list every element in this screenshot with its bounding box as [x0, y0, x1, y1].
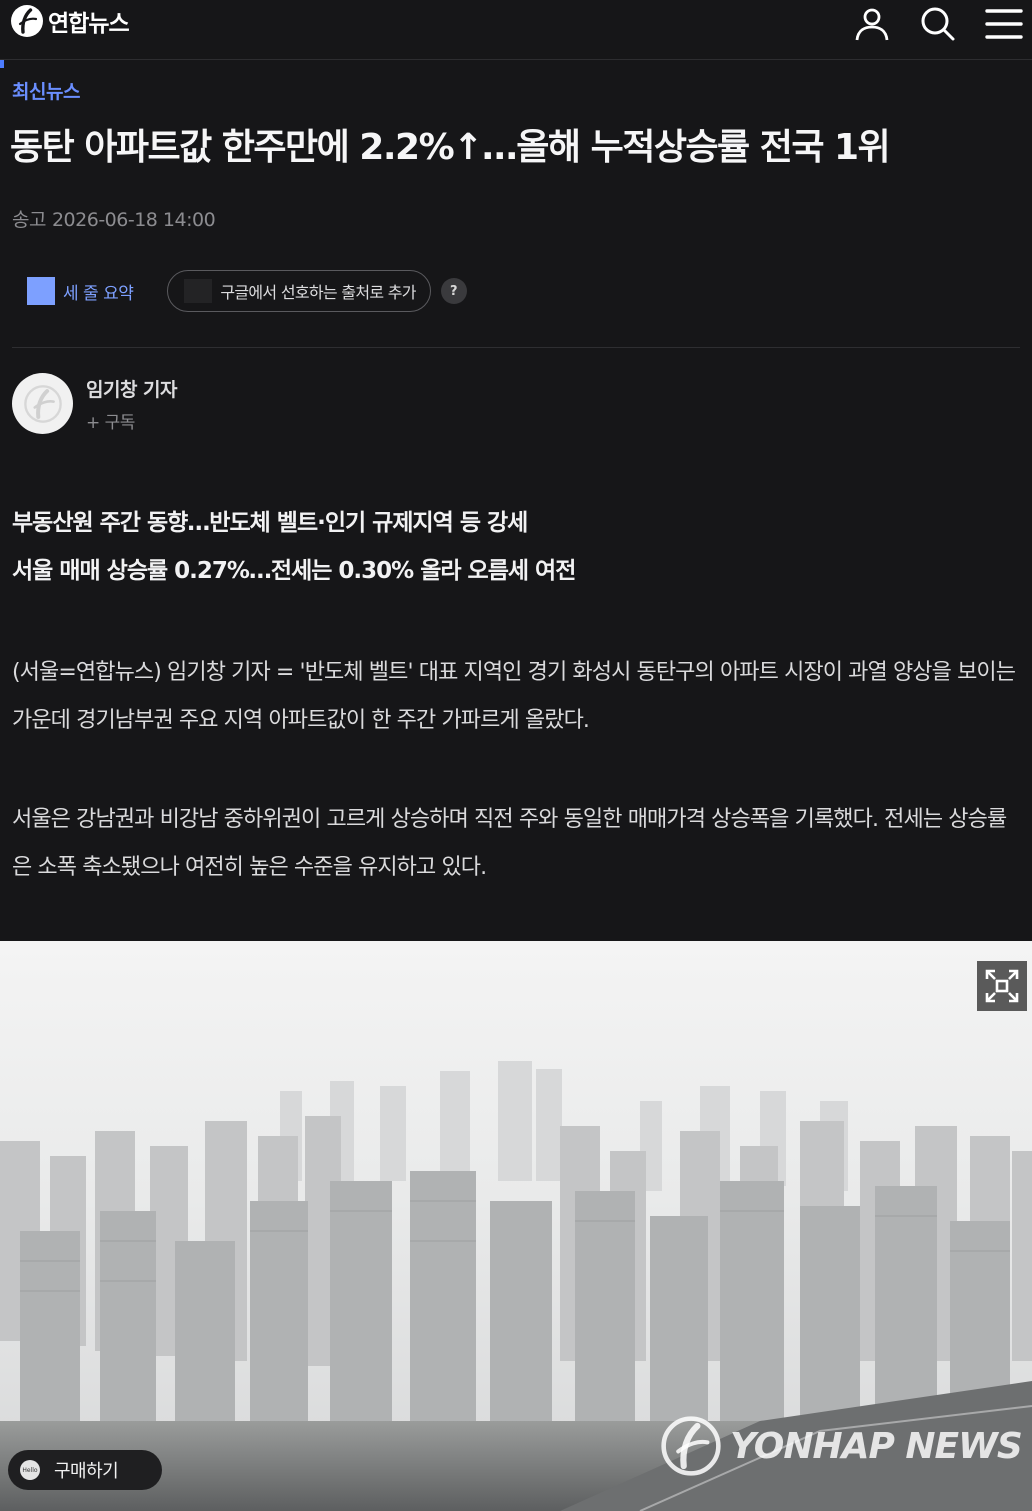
article-paragraph: (서울=연합뉴스) 임기창 기자 = '반도체 벨트' 대표 지역인 경기 화성…: [12, 660, 1016, 733]
help-icon[interactable]: ?: [440, 278, 467, 304]
menu-icon[interactable]: [984, 4, 1024, 44]
hello-icon: Hello: [20, 1460, 40, 1480]
yonhap-watermark: YONHAP NEWS: [660, 1415, 1023, 1477]
logo-text: 연합뉴스: [48, 11, 130, 37]
search-icon[interactable]: [918, 4, 958, 44]
article-paragraph: 서울은 강남권과 비강남 중하위권이 고르게 상승하며 직전 주와 동일한 매매…: [12, 807, 1007, 880]
publish-date: 2026-06-18 14:00: [51, 209, 216, 231]
summary-icon: [27, 277, 55, 305]
article-headline: 동탄 아파트값 한주만에 2.2%↑…올해 누적상승률 전국 1위: [10, 127, 891, 168]
google-preferred-source-button[interactable]: 구글에서 선호하는 출처로 추가: [167, 270, 431, 312]
progress-accent: [0, 60, 4, 68]
google-button-label: 구글에서 선호하는 출처로 추가: [220, 283, 416, 302]
publish-dateline: 송고 2026-06-18 14:00: [12, 205, 216, 232]
date-prefix: 송고: [12, 209, 46, 231]
yonhap-avatar-icon: [23, 384, 62, 423]
watermark-text: YONHAP NEWS: [730, 1425, 1023, 1467]
google-icon: [184, 279, 213, 303]
author-name[interactable]: 임기창 기자: [86, 375, 178, 402]
subhead-line: 서울 매매 상승률 0.27%…전세는 0.30% 올라 오름세 여전: [12, 558, 576, 584]
subscribe-button[interactable]: + 구독: [86, 408, 135, 433]
category-label[interactable]: 최신뉴스: [12, 77, 80, 104]
article-tools: 세 줄 요약 구글에서 선호하는 출처로 추가 ?: [12, 270, 467, 312]
subhead-line: 부동산원 주간 동향…반도체 벨트·인기 규제지역 등 강세: [12, 510, 528, 536]
yonhap-logo-icon: [11, 5, 43, 37]
expand-image-button[interactable]: [977, 961, 1027, 1011]
article-subheads: 부동산원 주간 동향…반도체 벨트·인기 규제지역 등 강세 서울 매매 상승률…: [12, 499, 1012, 595]
buy-photo-button[interactable]: Hello 구매하기: [8, 1450, 162, 1490]
expand-icon: [985, 969, 1019, 1003]
yonhap-watermark-icon: [661, 1416, 721, 1476]
top-navigation-bar: 연합뉴스: [0, 0, 1032, 60]
summary-label: 세 줄 요약: [63, 283, 134, 304]
yonhap-logo[interactable]: 연합뉴스: [10, 4, 130, 38]
user-icon[interactable]: [852, 4, 892, 44]
author-avatar[interactable]: [12, 373, 73, 434]
article-photo[interactable]: YONHAP NEWS Hello 구매하기: [0, 941, 1032, 1511]
buy-label: 구매하기: [54, 1461, 119, 1482]
three-line-summary-button[interactable]: 세 줄 요약: [27, 277, 134, 305]
divider: [12, 347, 1020, 348]
